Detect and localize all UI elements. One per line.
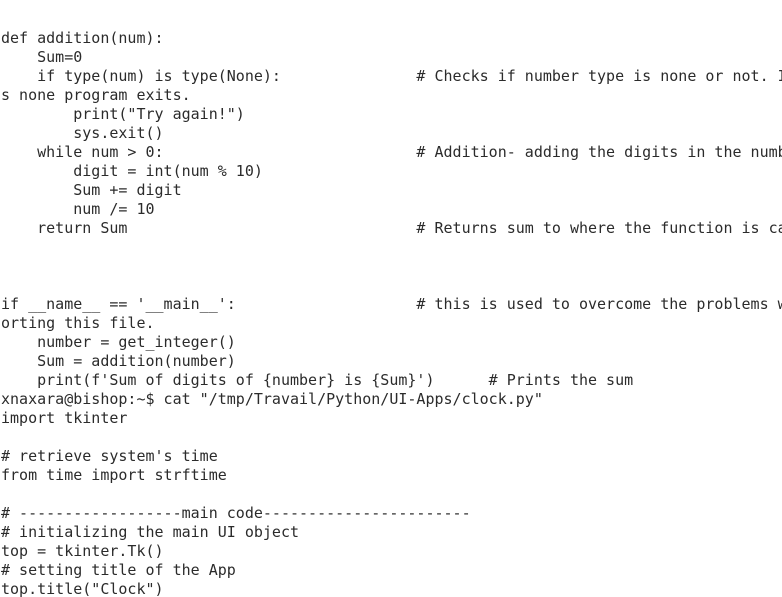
terminal-output[interactable]: def addition(num): Sum=0 if type(num) is… bbox=[0, 0, 782, 597]
terminal-line: while num > 0: # Addition- adding the di… bbox=[1, 143, 782, 161]
terminal-line: from time import strftime bbox=[1, 466, 227, 484]
terminal-line: top.title("Clock") bbox=[1, 580, 164, 597]
terminal-line: digit = int(num % 10) bbox=[1, 162, 263, 180]
terminal-line: Sum += digit bbox=[1, 181, 182, 199]
terminal-line: top = tkinter.Tk() bbox=[1, 542, 164, 560]
terminal-line: def addition(num): bbox=[1, 29, 164, 47]
terminal-line: Sum = addition(number) bbox=[1, 352, 236, 370]
terminal-line: # setting title of the App bbox=[1, 561, 236, 579]
terminal-line: # ------------------main code-----------… bbox=[1, 504, 471, 522]
terminal-line: orting this file. bbox=[1, 314, 155, 332]
terminal-line: import tkinter bbox=[1, 409, 128, 427]
terminal-line: # retrieve system's time bbox=[1, 447, 218, 465]
terminal-line: # initializing the main UI object bbox=[1, 523, 300, 541]
terminal-line: sys.exit() bbox=[1, 124, 164, 142]
terminal-prompt-line: xnaxara@bishop:~$ cat "/tmp/Travail/Pyth… bbox=[1, 390, 543, 408]
terminal-line: if __name__ == '__main__': # this is use… bbox=[1, 295, 782, 313]
terminal-line: print("Try again!") bbox=[1, 105, 245, 123]
terminal-line: return Sum # Returns sum to where the fu… bbox=[1, 219, 782, 237]
terminal-line: number = get_integer() bbox=[1, 333, 236, 351]
terminal-line: print(f'Sum of digits of {number} is {Su… bbox=[1, 371, 634, 389]
terminal-line: Sum=0 bbox=[1, 48, 83, 66]
terminal-line: if type(num) is type(None): # Checks if … bbox=[1, 67, 782, 85]
terminal-line: num /= 10 bbox=[1, 200, 155, 218]
terminal-line: s none program exits. bbox=[1, 86, 191, 104]
